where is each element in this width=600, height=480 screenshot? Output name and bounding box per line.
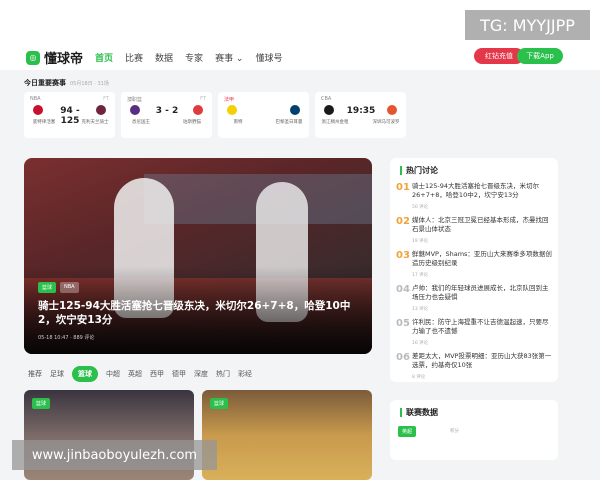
today-title-text: 今日重要赛事 — [24, 79, 66, 87]
tab-recommend[interactable]: 推荐 — [28, 369, 42, 379]
league-label: 澳职篮 — [127, 97, 143, 103]
match-score: 3 - 2 — [155, 106, 179, 116]
tab-in-depth[interactable]: 深度 — [194, 369, 208, 379]
nav-item-home[interactable]: 首页 — [95, 51, 113, 64]
rank-number: 03 — [396, 250, 410, 261]
hero-meta: 05-18 10:47 · 889 评论 — [38, 335, 95, 341]
tab-basketball[interactable]: 篮球 — [72, 366, 98, 382]
team-name: 底特律活塞 — [32, 120, 56, 125]
league-data-panel: 联赛数据 英超 积分 — [390, 400, 558, 460]
hot-item-title[interactable]: 许利民：防守上海提重不让吉德温起速，只要尽力输了也不遗憾 — [412, 318, 552, 336]
hero-banner[interactable]: 篮球 NBA 骑士125-94大胜活塞抢七晋级东决，米切尔26+7+8，哈登10… — [24, 158, 372, 354]
hot-item-title[interactable]: 媒体人：北京三冠卫冕已经基本形成，杰曼找回石景山体状态 — [412, 216, 552, 234]
team-name: 南特 — [233, 120, 243, 125]
today-matches-section: 今日重要赛事 05月18日 · 31场 NBA FT 94 - 125 底特律活塞… — [24, 78, 560, 140]
rank-number: 05 — [396, 318, 410, 329]
match-list: NBA FT 94 - 125 底特律活塞 克利夫兰骑士 澳职篮 FT 3 - … — [24, 92, 406, 138]
comment-count: 19 评论 — [412, 239, 429, 244]
comment-count: 13 评论 — [412, 307, 429, 312]
team-logo — [28, 104, 48, 116]
match-score: 19:35 — [346, 106, 376, 116]
league-label: NBA — [30, 96, 41, 102]
match-card[interactable]: 澳职篮 FT 3 - 2 悉尼国王 珀斯野猫 — [121, 92, 212, 138]
tab-csl[interactable]: 中超 — [106, 369, 120, 379]
logo-icon: ◎ — [26, 50, 40, 65]
rank-number: 02 — [396, 216, 410, 227]
team-name: 珀斯野猫 — [183, 120, 201, 125]
watermark-bottom: www.jinbaoboyulezh.com — [12, 440, 217, 470]
team-logo — [91, 104, 111, 116]
comment-count: 50 评论 — [412, 205, 429, 210]
nav-item-experts[interactable]: 专家 — [185, 51, 203, 64]
today-date: 05月18日 · 31场 — [70, 81, 109, 87]
tab-bundesliga[interactable]: 德甲 — [172, 369, 186, 379]
league-label: CBA — [321, 96, 332, 102]
news-card[interactable]: 篮球 — [202, 390, 372, 480]
league-tab[interactable]: 英超 — [398, 426, 417, 437]
card-tag: 篮球 — [32, 398, 51, 409]
hot-item-title[interactable]: 鲜魅MVP，Shams：亚历山大来赛季多项数据创造历史级别纪录 — [412, 250, 552, 268]
hero-title[interactable]: 骑士125-94大胜活塞抢七晋级东决，米切尔26+7+8，哈登10中2，坎宁安1… — [38, 299, 358, 327]
hot-item[interactable]: 05 许利民：防守上海提重不让吉德温起速，只要尽力输了也不遗憾 16 评论 — [396, 318, 554, 352]
nav-item-events[interactable]: 赛事 ⌄ — [215, 51, 243, 64]
hot-discussion-panel: 热门讨论 01 骑士125-94大胜活塞抢七晋级东决，米切尔26+7+8，哈登1… — [390, 158, 558, 382]
column-header: 积分 — [450, 429, 459, 434]
rank-number: 01 — [396, 182, 410, 193]
logo[interactable]: ◎ 懂球帝 — [26, 48, 83, 67]
watermark-top: TG: MYYJJPP — [465, 10, 590, 40]
hot-item-title[interactable]: 差距太大，MVP投票明细：亚历山大获83张第一选票，约基奇仅10张 — [412, 352, 552, 370]
card-tag: 篮球 — [210, 398, 229, 409]
category-tabs: 推荐 足球 篮球 中超 英超 西甲 德甲 深度 热门 彩经 — [28, 366, 252, 382]
tab-laliga[interactable]: 西甲 — [150, 369, 164, 379]
tab-lottery[interactable]: 彩经 — [238, 369, 252, 379]
hot-item[interactable]: 06 差距太大，MVP投票明细：亚历山大获83张第一选票，约基奇仅10张 8 评… — [396, 352, 554, 386]
main-nav: 首页 比赛 数据 专家 赛事 ⌄ 懂球号 — [95, 51, 282, 64]
league-label: 法甲 — [224, 97, 235, 103]
team-logo — [285, 104, 305, 116]
team-name: 深圳马可波罗 — [372, 120, 400, 125]
comment-count: 8 评论 — [412, 375, 426, 380]
status-badge: FT — [103, 96, 109, 102]
tab-football[interactable]: 足球 — [50, 369, 64, 379]
hero-tags: 篮球 NBA — [38, 282, 79, 293]
tab-premier-league[interactable]: 英超 — [128, 369, 142, 379]
match-card[interactable]: CBA 19:35 浙江稠州金租 深圳马可波罗 — [315, 92, 406, 138]
panel-title: 热门讨论 — [400, 166, 438, 175]
nav-item-data[interactable]: 数据 — [155, 51, 173, 64]
team-name: 浙江稠州金租 — [321, 120, 349, 125]
nav-item-dongqiuhao[interactable]: 懂球号 — [255, 51, 282, 64]
hot-item-title[interactable]: 骑士125-94大胜活塞抢七晋级东决，米切尔26+7+8，哈登10中2，坎宁安1… — [412, 182, 552, 200]
team-logo — [382, 104, 402, 116]
logo-text: 懂球帝 — [44, 52, 84, 67]
team-logo — [319, 104, 339, 116]
nav-item-matches[interactable]: 比赛 — [125, 51, 143, 64]
comment-count: 17 评论 — [412, 273, 429, 278]
hot-item-title[interactable]: 卢帅：我们的年轻球员进展成长，北京队回到主场压力也会疑惧 — [412, 284, 552, 302]
tab-hot[interactable]: 热门 — [216, 369, 230, 379]
team-name: 悉尼国王 — [132, 120, 150, 125]
team-logo — [188, 104, 208, 116]
hot-item[interactable]: 01 骑士125-94大胜活塞抢七晋级东决，米切尔26+7+8，哈登10中2，坎… — [396, 182, 554, 216]
hot-item[interactable]: 03 鲜魅MVP，Shams：亚历山大来赛季多项数据创造历史级别纪录 17 评论 — [396, 250, 554, 284]
comment-count: 16 评论 — [412, 341, 429, 346]
section-title: 今日重要赛事 05月18日 · 31场 — [24, 78, 560, 88]
team-logo — [222, 104, 242, 116]
status-badge: FT — [200, 96, 206, 102]
team-logo — [125, 104, 145, 116]
panel-title: 联赛数据 — [400, 408, 438, 417]
rank-number: 06 — [396, 352, 410, 363]
tag-basketball[interactable]: 篮球 — [38, 282, 57, 293]
tag-nba[interactable]: NBA — [60, 282, 79, 293]
hot-item[interactable]: 02 媒体人：北京三冠卫冕已经基本形成，杰曼找回石景山体状态 19 评论 — [396, 216, 554, 250]
team-name: 巴黎圣日耳曼 — [275, 120, 303, 125]
download-app-button[interactable]: 下载App — [517, 48, 563, 64]
team-name: 克利夫兰骑士 — [81, 120, 109, 125]
match-card[interactable]: 法甲 南特 巴黎圣日耳曼 — [218, 92, 309, 138]
hot-item[interactable]: 04 卢帅：我们的年轻球员进展成长，北京队回到主场压力也会疑惧 13 评论 — [396, 284, 554, 318]
match-card[interactable]: NBA FT 94 - 125 底特律活塞 克利夫兰骑士 — [24, 92, 115, 138]
rank-number: 04 — [396, 284, 410, 295]
